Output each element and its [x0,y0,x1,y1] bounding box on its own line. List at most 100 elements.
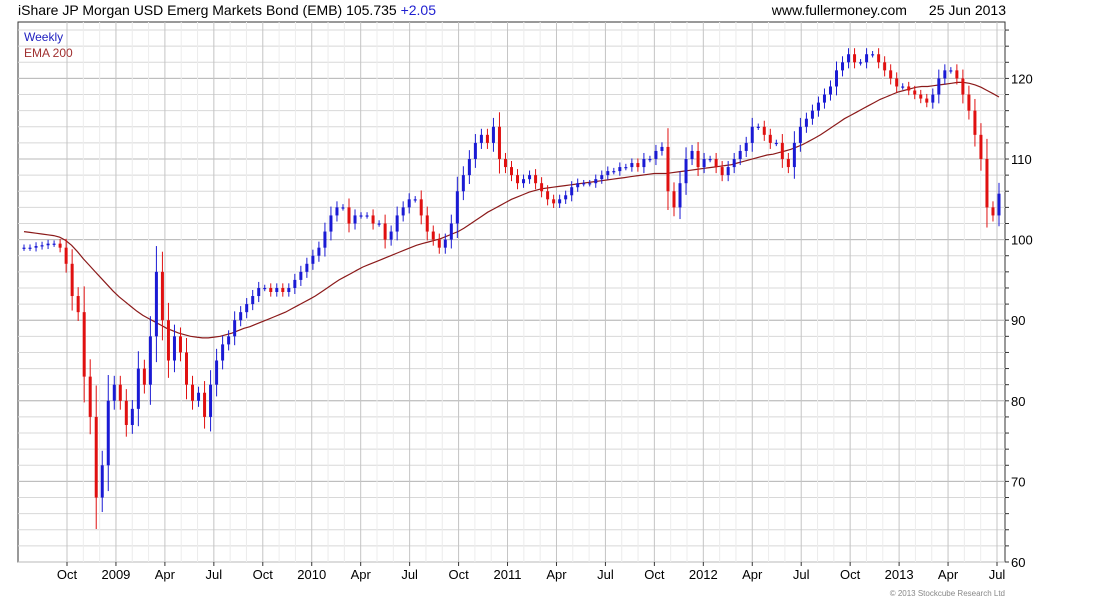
weekly-bar-up [40,245,44,247]
weekly-bar-down [485,134,489,143]
weekly-bar-down [534,175,538,184]
weekly-bar-up [841,62,845,71]
weekly-bar-down [786,159,790,168]
y-tick-label: 70 [1011,474,1025,489]
weekly-bar-up [473,142,477,160]
y-tick-label: 60 [1011,555,1025,570]
site-link[interactable]: www.fullermoney.com [772,2,907,18]
weekly-bar-up [570,187,574,196]
x-tick-label: Apr [742,567,763,582]
weekly-bar-down [431,231,435,240]
x-tick-label: 2010 [297,567,326,582]
weekly-bar-down [985,159,989,208]
weekly-bar-up [576,183,580,188]
x-tick-label: Oct [57,567,78,582]
weekly-bar-up [949,70,953,72]
x-tick-label: Apr [155,567,176,582]
weekly-bar-down [666,146,670,192]
weekly-bar-down [347,207,351,224]
weekly-bar-down [955,70,959,79]
weekly-bar-down [503,159,507,168]
x-tick-label: 2009 [101,567,130,582]
weekly-bar-down [88,376,92,417]
weekly-bar-up [708,159,712,161]
weekly-bar-down [281,287,285,292]
weekly-bar-up [774,142,778,145]
weekly-bar-down [961,78,965,95]
weekly-bar-up [172,336,176,361]
weekly-bar-up [810,110,814,119]
copyright-notice: © 2013 Stockcube Research Ltd [889,589,1005,598]
weekly-bar-up [612,171,616,173]
y-axis: 60 70 80 90 100 110 120 [1005,29,1033,570]
weekly-bar-up [239,312,243,321]
weekly-bar-down [70,263,74,297]
weekly-bar-down [510,167,513,176]
weekly-bar-up [822,94,826,103]
weekly-bar-up [46,243,50,246]
weekly-bar-up [582,183,586,185]
x-tick-label: Jul [401,567,418,582]
weekly-bar-up [305,263,309,272]
weekly-bar-up [257,287,261,297]
legend-ema: EMA 200 [24,46,73,60]
weekly-bar-up [263,287,267,290]
x-tick-label: Apr [546,567,567,582]
weekly-bar-up [618,167,622,172]
price-change: +2.05 [400,2,437,18]
weekly-bar-up [684,159,688,184]
weekly-bar-down [203,392,207,417]
weekly-bar-up [558,199,562,204]
weekly-bar-down [877,54,881,63]
weekly-bar-up [798,126,802,143]
weekly-bar-up [221,344,225,361]
weekly-bar-down [991,207,995,216]
weekly-bar-down [58,243,62,248]
weekly-bar-up [215,360,219,385]
weekly-bar-up [901,86,905,88]
weekly-bar-up [329,215,333,232]
weekly-bar-up [804,118,808,127]
x-tick-label: Apr [351,567,372,582]
weekly-bar-down [762,126,766,135]
weekly-bar-down [124,400,128,425]
weekly-bar-up [227,336,231,345]
weekly-bar-up [389,231,393,240]
weekly-bar-down [883,62,887,71]
weekly-bar-up [997,193,1001,216]
chart-title: iShare JP Morgan USD Emerg Markets Bond … [18,2,436,18]
weekly-bar-down [191,384,195,401]
x-tick-label: Jul [793,567,810,582]
weekly-bar-up [871,54,875,56]
x-tick-label: 2013 [885,567,914,582]
weekly-bar-down [425,215,429,232]
weekly-bar-down [967,94,971,111]
weekly-bar-down [166,320,170,361]
weekly-bar-up [22,247,26,249]
weekly-bar-up [606,171,610,176]
weekly-bar-up [690,150,694,160]
weekly-bar-up [377,223,381,225]
weekly-bar-down [383,223,387,240]
weekly-bar-up [943,70,947,79]
weekly-bar-up [275,287,279,292]
weekly-bar-up [660,146,664,151]
y-tick-label: 110 [1011,152,1032,167]
weekly-bar-up [654,150,658,160]
weekly-bar-down [973,110,977,135]
weekly-bar-up [365,215,369,217]
weekly-bar-up [528,175,532,180]
weekly-bar-down [185,352,188,385]
weekly-bar-up [311,255,315,264]
weekly-bar-up [828,86,832,95]
weekly-bar-down [540,183,544,192]
weekly-bar-up [293,279,297,288]
x-tick-label: 2011 [494,567,522,582]
weekly-bar-down [636,163,640,168]
weekly-bar-up [335,207,339,216]
weekly-bar-up [600,175,604,180]
title-text: iShare JP Morgan USD Emerg Markets Bond … [18,2,397,18]
x-tick-label: Oct [253,567,274,582]
weekly-bar-up [835,70,838,87]
weekly-bar-down [696,150,700,168]
